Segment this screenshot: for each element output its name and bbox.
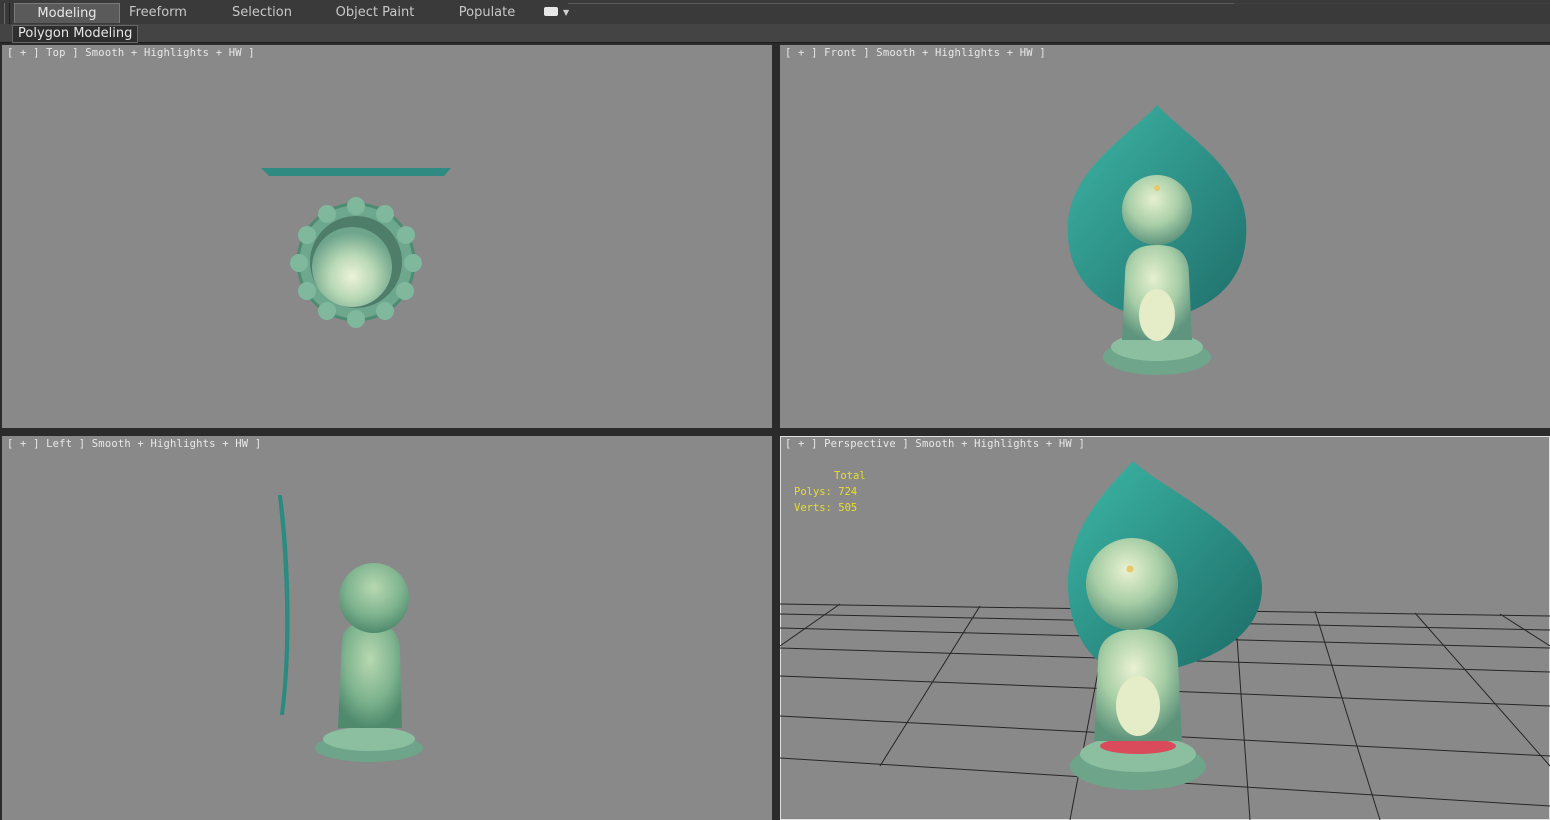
ribbon-panel-bar: Polygon Modeling xyxy=(0,24,1550,43)
polygon-modeling-panel[interactable]: Polygon Modeling xyxy=(12,25,139,43)
tab-freeform[interactable]: Freeform xyxy=(118,3,198,22)
tab-selection[interactable]: Selection xyxy=(222,3,302,22)
viewport-perspective[interactable]: [ + ] Perspective ] Smooth + Highlights … xyxy=(780,436,1550,820)
tab-modeling[interactable]: Modeling xyxy=(14,3,120,23)
tab-object-paint[interactable]: Object Paint xyxy=(332,3,418,22)
ribbon-divider xyxy=(1234,3,1550,4)
viewport-top[interactable]: [ + ] Top ] Smooth + Highlights + HW ] xyxy=(2,45,772,428)
perspective-view-model xyxy=(780,461,1550,820)
tab-populate[interactable]: Populate xyxy=(450,3,524,22)
viewport-front[interactable]: [ + ] Front ] Smooth + Highlights + HW ] xyxy=(780,45,1550,428)
ribbon-display-dropdown[interactable] xyxy=(544,7,558,16)
ribbon-tab-bar: Modeling Freeform Selection Object Paint… xyxy=(0,0,1550,41)
left-view-model xyxy=(277,495,423,762)
front-view-model xyxy=(1067,105,1247,375)
chevron-down-icon[interactable]: ▼ xyxy=(563,8,569,17)
top-view-model xyxy=(261,168,451,328)
ribbon-divider xyxy=(568,3,1234,4)
viewport-left[interactable]: [ + ] Left ] Smooth + Highlights + HW ] xyxy=(2,436,772,820)
